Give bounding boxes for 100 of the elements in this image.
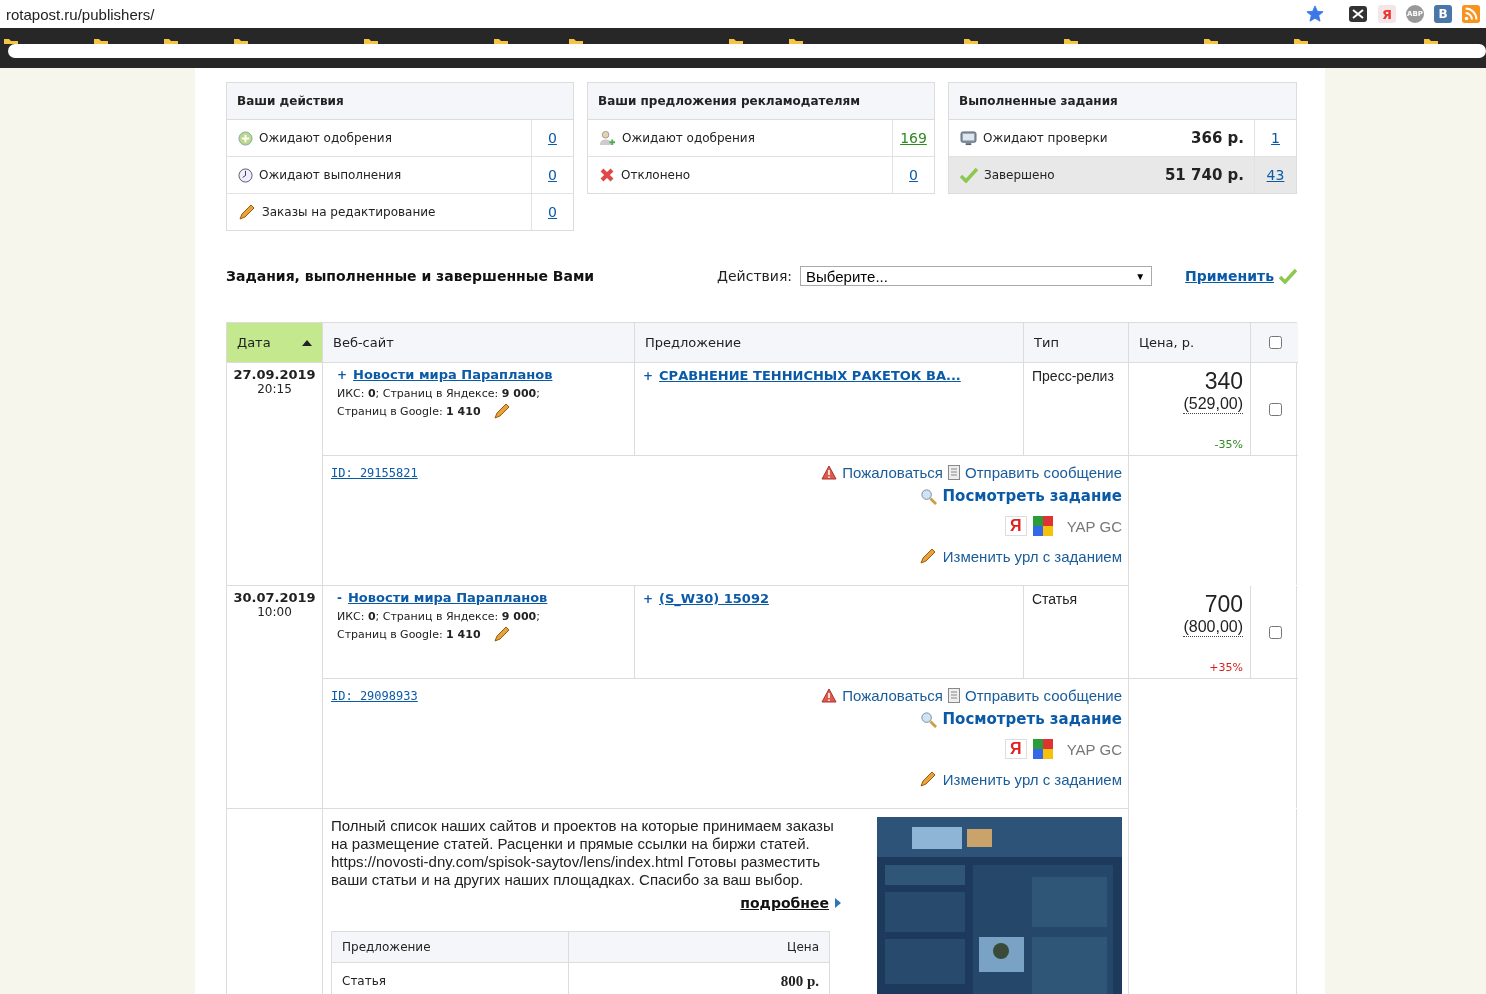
google-index-icon <box>1032 516 1053 536</box>
type-cell: Пресс-релиз <box>1024 363 1129 456</box>
google-index-icon <box>1032 739 1053 759</box>
more-link[interactable]: подробнее <box>740 895 829 911</box>
warning-icon <box>821 465 838 480</box>
status-label: Заказы на редактирование <box>262 205 436 219</box>
view-task-link[interactable]: Посмотреть задание <box>942 710 1122 728</box>
status-label: Ожидают выполнения <box>259 168 402 182</box>
count-link[interactable]: 0 <box>548 167 557 183</box>
complain-link[interactable]: Пожаловаться <box>842 464 943 481</box>
site-description: Полный список наших сайтов и проектов на которые принимаем заказы на размещение статей. Расценки и прямые ссылки на биржи статей. https://novosti-dny.com/spisok-saytov/lens/index.html Готовы разместить ваши статьи и на других наших площадках. Спасибо за ваш выбор. <box>331 817 835 889</box>
time-text: 20:15 <box>256 382 293 396</box>
site-stats: Страниц в Google: 1 410 <box>337 404 481 418</box>
column-header: Цена <box>569 932 829 963</box>
apply-link[interactable]: Применить <box>1185 268 1274 284</box>
table-cell-text: 800 р. <box>779 971 820 991</box>
date-text: 27.09.2019 <box>232 367 317 382</box>
amount: 51 740 р. <box>1164 165 1245 186</box>
check-icon <box>1279 268 1297 284</box>
column-header: Предложение <box>332 932 569 963</box>
edit-url-link[interactable]: Изменить урл с заданием <box>942 547 1122 565</box>
column-header[interactable]: Дата <box>227 323 323 363</box>
count-link[interactable]: 0 <box>909 167 918 183</box>
time-text: 10:00 <box>256 605 293 619</box>
edit-url-link[interactable]: Изменить урл с заданием <box>942 770 1122 788</box>
count-link[interactable]: 1 <box>1271 130 1280 146</box>
section-heading: Задания, выполненные и завершенные Вами <box>226 268 596 284</box>
status-label: Отклонено <box>621 168 691 182</box>
expand-toggle[interactable]: + <box>643 369 654 383</box>
panel-title: Ваши предложения рекламодателям <box>588 83 934 120</box>
pencil-icon[interactable] <box>492 402 511 420</box>
column-header[interactable]: Цена, р. <box>1129 323 1251 363</box>
count-link[interactable]: 0 <box>548 204 557 220</box>
select-all-checkbox[interactable] <box>1268 336 1282 349</box>
site-link[interactable]: Новости мира Парапланов <box>348 590 548 605</box>
address-bar[interactable]: rotapost.ru/publishers/ <box>6 5 1296 23</box>
send-message-link[interactable]: Отправить сообщение <box>965 464 1122 481</box>
panel-title: Выполненные задания <box>949 83 1296 120</box>
status-label: Завершено <box>984 168 1055 182</box>
count-link[interactable]: 169 <box>900 130 927 146</box>
yandex-index-icon: Я <box>1004 516 1027 536</box>
document-icon <box>948 465 960 480</box>
amount: 366 р. <box>1191 128 1245 149</box>
task-id-link[interactable]: ID: 29155821 <box>331 465 418 480</box>
plus-circle-icon <box>238 130 253 146</box>
document-icon <box>948 688 960 703</box>
index-status: YAP GC <box>1066 517 1122 535</box>
type-cell: Статья <box>1024 586 1129 679</box>
column-header[interactable]: Веб-сайт <box>323 323 635 363</box>
pencil-icon <box>238 203 256 221</box>
yandex-index-icon: Я <box>1004 739 1027 759</box>
user-add-icon <box>599 129 616 147</box>
count-link[interactable]: 0 <box>548 130 557 146</box>
expand-toggle[interactable]: + <box>643 592 654 606</box>
actions-label: Действия: <box>717 268 793 284</box>
base-price: (529,00) <box>1183 395 1243 414</box>
panel-title: Ваши действия <box>227 83 573 120</box>
cross-icon <box>599 167 615 183</box>
pencil-icon <box>918 770 937 788</box>
triangle-right-icon <box>835 898 841 908</box>
site-stats: ИКС: 0; Страниц в Яндексе: 9 000; <box>337 610 541 623</box>
offer-link[interactable]: СРАВНЕНИЕ ТЕННИСНЫХ РАКЕТОК ВА... <box>659 368 961 383</box>
expand-toggle[interactable]: + <box>337 368 348 382</box>
pencil-icon[interactable] <box>492 625 511 643</box>
actions-select[interactable]: Выберите... ▼ <box>800 266 1153 286</box>
monitor-icon <box>960 130 977 146</box>
price-value: 700 <box>1204 591 1243 618</box>
offer-link[interactable]: (S_W30) 15092 <box>659 591 769 606</box>
column-header[interactable]: Предложение <box>635 323 1024 363</box>
sort-up-icon <box>302 339 312 346</box>
site-stats: ИКС: 0; Страниц в Яндексе: 9 000; <box>337 387 541 400</box>
view-task-link[interactable]: Посмотреть задание <box>942 487 1122 505</box>
expand-toggle[interactable]: - <box>337 591 342 605</box>
row-checkbox[interactable] <box>1268 625 1282 639</box>
status-label: Ожидают одобрения <box>259 131 392 145</box>
row-checkbox[interactable] <box>1268 402 1282 416</box>
site-link[interactable]: Новости мира Парапланов <box>353 367 553 382</box>
base-price: (800,00) <box>1183 618 1243 637</box>
column-header[interactable]: Тип <box>1024 323 1129 363</box>
index-status: YAP GC <box>1066 740 1122 758</box>
vk-extension-icon[interactable]: B <box>1434 5 1452 23</box>
send-message-link[interactable]: Отправить сообщение <box>965 687 1122 704</box>
status-label: Ожидают проверки <box>983 131 1108 145</box>
site-stats: Страниц в Google: 1 410 <box>337 627 481 641</box>
warning-icon <box>821 688 838 703</box>
price-change: +35% <box>1209 661 1243 674</box>
bookmark-star-icon[interactable] <box>1306 5 1324 23</box>
search-icon <box>919 710 937 728</box>
date-text: 30.07.2019 <box>232 590 317 605</box>
check-icon <box>960 167 978 183</box>
search-icon <box>919 487 937 505</box>
bookmark-folder-icon[interactable] <box>4 38 18 44</box>
task-id-link[interactable]: ID: 29098933 <box>331 688 418 703</box>
status-label: Ожидают одобрения <box>622 131 755 145</box>
count-link[interactable]: 43 <box>1266 167 1285 183</box>
price-value: 340 <box>1204 368 1243 395</box>
price-change: -35% <box>1214 438 1243 451</box>
complain-link[interactable]: Пожаловаться <box>842 687 943 704</box>
extension-icon[interactable] <box>1348 4 1368 24</box>
clock-icon <box>238 167 253 183</box>
